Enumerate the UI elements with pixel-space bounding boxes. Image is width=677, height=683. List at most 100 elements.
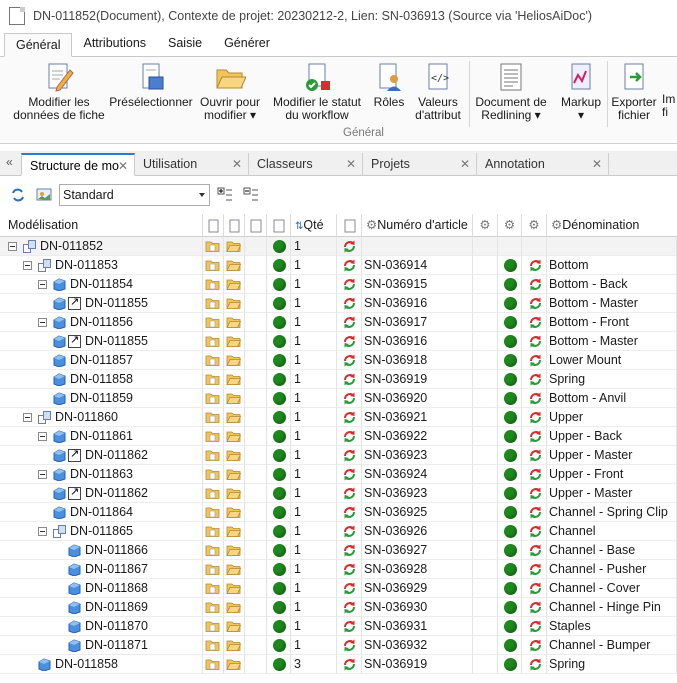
tab-utilisation[interactable]: Utilisation ✕	[135, 153, 249, 176]
sync-status-icon	[528, 543, 543, 558]
tab-generer[interactable]: Générer	[213, 32, 281, 56]
tab-classeurs[interactable]: Classeurs ✕	[249, 153, 363, 176]
table-row[interactable]: DN-011865 1 SN-036926 Channel	[0, 522, 677, 541]
table-row[interactable]: DN-011859 1 SN-036920 Bottom - Anvil	[0, 389, 677, 408]
table-row[interactable]: DN-011871 1 SN-036932 Channel - Bumper	[0, 636, 677, 655]
table-row[interactable]: DN-011857 1 SN-036918 Lower Mount	[0, 351, 677, 370]
folder-lock-icon	[205, 429, 220, 443]
collapse-toggle-icon[interactable]	[8, 242, 17, 251]
denomination: Bottom - Back	[549, 277, 628, 291]
roles-button[interactable]: Rôles	[370, 61, 408, 109]
table-row[interactable]: DN-011862 1 SN-036923 Upper - Master	[0, 484, 677, 503]
article-number: SN-036914	[364, 258, 428, 272]
workflow-status-icon	[301, 61, 333, 93]
assembly-icon	[23, 240, 36, 253]
part-icon	[53, 468, 66, 482]
col-qte[interactable]: ⇅Qté	[291, 214, 337, 237]
col-modelisation[interactable]: Modélisation	[0, 214, 203, 237]
table-row[interactable]: DN-011860 1 SN-036921 Upper	[0, 408, 677, 427]
workflow-status-button[interactable]: Modifier le statut du workflow	[268, 61, 366, 122]
table-row[interactable]: DN-011867 1 SN-036928 Channel - Pusher	[0, 560, 677, 579]
status-green-icon	[273, 544, 286, 557]
folder-open-icon	[226, 429, 242, 443]
denomination: Bottom - Front	[549, 315, 629, 329]
status-green-icon	[504, 487, 517, 500]
table-row[interactable]: DN-011862 1 SN-036923 Upper - Master	[0, 446, 677, 465]
col-numero-article[interactable]: ⚙Numéro d'article	[362, 214, 473, 237]
import-file-button[interactable]: Im fi	[662, 61, 677, 119]
table-row[interactable]: DN-011866 1 SN-036927 Channel - Base	[0, 541, 677, 560]
col-flag-2[interactable]	[224, 214, 245, 237]
preselect-button[interactable]: Présélectionner	[108, 61, 194, 109]
table-row[interactable]: DN-011855 1 SN-036916 Bottom - Master	[0, 294, 677, 313]
part-icon	[38, 658, 51, 672]
table-row[interactable]: DN-011854 1 SN-036915 Bottom - Back	[0, 275, 677, 294]
denomination: Spring	[549, 372, 586, 386]
table-row[interactable]: DN-011855 1 SN-036916 Bottom - Master	[0, 332, 677, 351]
tab-attributions[interactable]: Attributions	[72, 32, 157, 56]
edit-record-button[interactable]: Modifier les données de fiche	[10, 61, 108, 122]
expand-all-icon[interactable]	[217, 187, 233, 203]
refresh-icon[interactable]	[10, 187, 26, 203]
close-icon[interactable]: ✕	[592, 153, 602, 175]
table-row[interactable]: DN-011852 1	[0, 237, 677, 256]
close-icon[interactable]: ✕	[118, 155, 128, 177]
collapse-toggle-icon[interactable]	[38, 432, 47, 441]
status-green-icon	[504, 582, 517, 595]
table-row[interactable]: DN-011853 1 SN-036914 Bottom	[0, 256, 677, 275]
status-green-icon	[273, 278, 286, 291]
attribute-values-button[interactable]: </> Valeurs d'attribut	[411, 61, 465, 122]
status-green-icon	[273, 392, 286, 405]
gear-icon[interactable]: ⚙	[522, 214, 547, 237]
sync-status-icon	[342, 410, 357, 425]
tab-annotation[interactable]: Annotation ✕	[477, 153, 609, 176]
col-flag-1[interactable]	[203, 214, 224, 237]
status-green-icon	[504, 525, 517, 538]
view-settings-icon[interactable]	[36, 187, 52, 203]
collapse-toggle-icon[interactable]	[23, 413, 32, 422]
collapse-toggle-icon[interactable]	[23, 261, 32, 270]
table-row[interactable]: DN-011864 1 SN-036925 Channel - Spring Clip	[0, 503, 677, 522]
close-icon[interactable]: ✕	[346, 153, 356, 175]
gear-icon[interactable]: ⚙	[498, 214, 522, 237]
table-row[interactable]: DN-011858 1 SN-036919 Spring	[0, 370, 677, 389]
table-row[interactable]: DN-011869 1 SN-036930 Channel - Hinge Pin	[0, 598, 677, 617]
tab-saisie[interactable]: Saisie	[157, 32, 213, 56]
collapse-toggle-icon[interactable]	[38, 470, 47, 479]
close-icon[interactable]: ✕	[460, 153, 470, 175]
tab-general[interactable]: Général	[4, 33, 73, 57]
table-row[interactable]: DN-011856 1 SN-036917 Bottom - Front	[0, 313, 677, 332]
collapse-toggle-icon[interactable]	[38, 318, 47, 327]
sync-status-icon	[342, 581, 357, 596]
redlining-document-button[interactable]: Document de Redlining ▾	[473, 61, 549, 122]
table-row[interactable]: DN-011861 1 SN-036922 Upper - Back	[0, 427, 677, 446]
tab-projets[interactable]: Projets ✕	[363, 153, 477, 176]
table-row[interactable]: DN-011868 1 SN-036929 Channel - Cover	[0, 579, 677, 598]
folder-lock-icon	[205, 619, 220, 633]
open-for-edit-button[interactable]: Ouvrir pour modifier ▾	[196, 61, 264, 122]
assembly-icon	[38, 259, 51, 272]
collapse-toggle-icon[interactable]	[38, 280, 47, 289]
collapse-panel-icon[interactable]: «	[6, 155, 13, 169]
table-row[interactable]: DN-011863 1 SN-036924 Upper - Front	[0, 465, 677, 484]
col-flag-4[interactable]	[267, 214, 291, 237]
table-row[interactable]: DN-011870 1 SN-036931 Staples	[0, 617, 677, 636]
document-icon	[9, 7, 25, 25]
close-icon[interactable]: ✕	[232, 153, 242, 175]
tab-structure[interactable]: Structure de mo ✕	[21, 153, 135, 176]
quantity: 1	[294, 334, 301, 348]
article-number: SN-036931	[364, 619, 428, 633]
col-denomination[interactable]: ⚙Dénomination	[547, 214, 677, 237]
gear-icon[interactable]: ⚙	[473, 214, 498, 237]
col-flag-3[interactable]	[245, 214, 267, 237]
export-file-button[interactable]: Exporter fichier	[610, 61, 658, 122]
document-number: DN-011860	[55, 410, 119, 424]
markup-button[interactable]: Markup ▾	[556, 61, 606, 122]
view-select[interactable]: Standard	[59, 184, 210, 206]
table-row[interactable]: DN-011858 3 SN-036919 Spring	[0, 655, 677, 674]
sync-status-icon	[342, 296, 357, 311]
collapse-all-icon[interactable]	[243, 187, 259, 203]
sync-status-icon	[528, 619, 543, 634]
col-status[interactable]	[337, 214, 362, 237]
collapse-toggle-icon[interactable]	[38, 527, 47, 536]
